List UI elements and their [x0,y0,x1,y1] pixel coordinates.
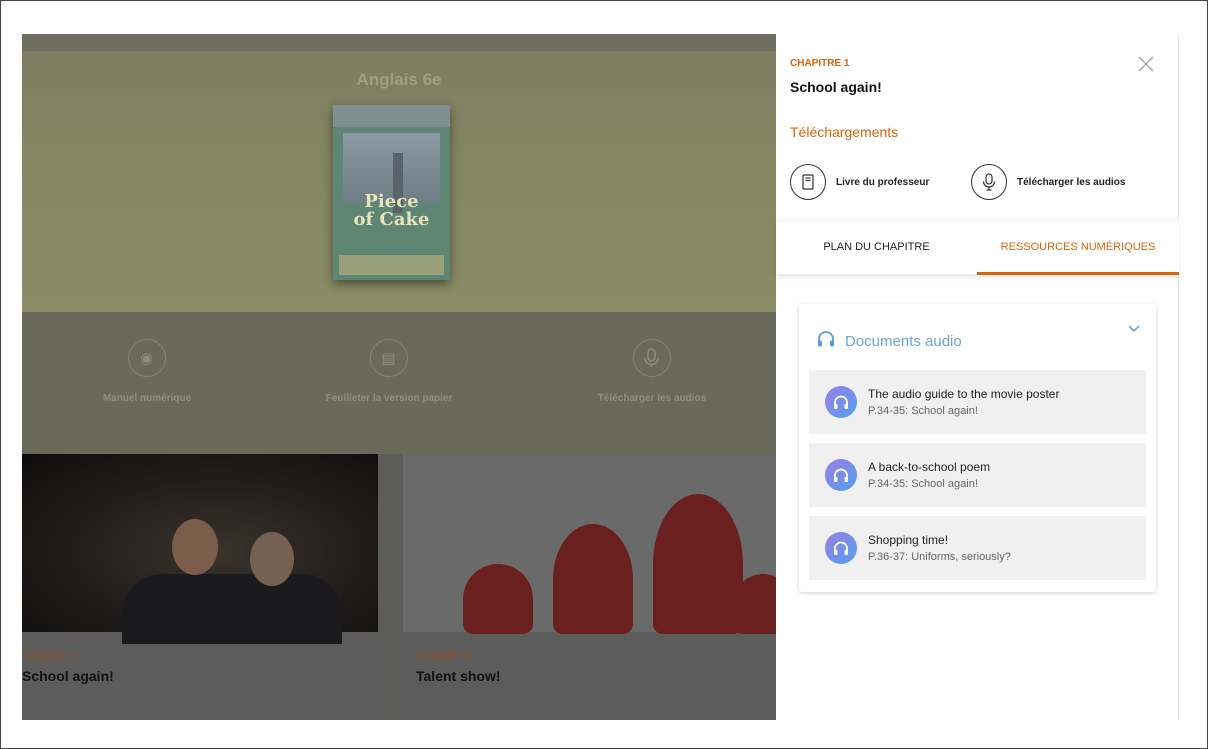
close-icon[interactable] [1134,52,1158,76]
drawer-chapter-label: CHAPITRE 1 [790,58,850,69]
download-label: Télécharger les audios [1017,176,1126,188]
audio-subtitle: P.34-35: School again! [868,405,978,417]
feuilleter-button[interactable]: ▤ Feuilleter la version papier [264,312,514,454]
chapter-number: Chapitre 2 [416,648,472,662]
documents-audio-panel: Documents audio The audio guide to the m… [799,304,1156,592]
chapter-name: School again! [22,668,114,684]
headphones-icon [825,532,857,564]
audio-title: The audio guide to the movie poster [868,387,1060,401]
chapter-1-photo [22,454,378,644]
chapter-number: Chapitre 1 [22,648,78,662]
download-label: Livre du professeur [836,176,930,188]
tab-plan-du-chapitre[interactable]: PLAN DU CHAPITRE [776,221,977,275]
chevron-down-icon[interactable] [1126,320,1142,336]
telecharger-audios-home-button[interactable]: Télécharger les audios [527,312,776,454]
downloads-heading: Téléchargements [790,124,899,140]
hero-banner: Anglais 6e Piece of Cake [22,34,776,312]
dimmed-home-page[interactable]: Anglais 6e Piece of Cake ◉ Manuel numéri… [22,34,776,720]
app-window: Anglais 6e Piece of Cake ◉ Manuel numéri… [0,0,1208,749]
telecharger-audios-button[interactable]: Télécharger les audios [971,163,1125,201]
chapter-drawer: CHAPITRE 1 School again! Téléchargements… [776,34,1179,720]
livre-du-professeur-button[interactable]: Livre du professeur [790,163,929,201]
pdf-icon: ▤ [370,339,408,377]
audio-subtitle: P.36-37: Uniforms, seriously? [868,551,1011,563]
audio-subtitle: P.34-35: School again! [868,478,978,490]
tab-ressources-numeriques[interactable]: RESSOURCES NUMÉRIQUES [977,221,1179,275]
headphones-icon [825,459,857,491]
audio-document-item[interactable]: The audio guide to the movie poster P.34… [809,370,1146,434]
home-actions: ◉ Manuel numérique ▤ Feuilleter la versi… [22,312,776,454]
audio-title: A back-to-school poem [868,460,991,474]
book-cover[interactable]: Piece of Cake [333,105,450,280]
chapter-name: Talent show! [416,668,501,684]
headphones-icon [825,386,857,418]
documents-audio-header[interactable]: Documents audio [817,331,962,352]
microphone-icon [633,339,671,377]
book-cover-footer [339,255,444,275]
book-cover-logo: Piece of Cake [353,191,430,230]
book-icon [790,164,826,200]
audio-document-item[interactable]: Shopping time! P.36-37: Uniforms, seriou… [809,516,1146,580]
headphones-icon [817,331,835,352]
audio-document-item[interactable]: A back-to-school poem P.34-35: School ag… [809,443,1146,507]
manuel-numerique-button[interactable]: ◉ Manuel numérique [22,312,272,454]
audio-title: Shopping time! [868,533,949,547]
hero-top-bar [22,34,776,51]
section-title: Documents audio [845,333,962,350]
chapter-card[interactable]: Chapitre 2 Talent show! [403,454,776,720]
eye-icon: ◉ [128,339,166,377]
microphone-icon [971,164,1007,200]
page-title: Anglais 6e [356,70,442,89]
drawer-tabs: PLAN DU CHAPITRE RESSOURCES NUMÉRIQUES [776,220,1179,275]
book-cover-header [333,105,450,127]
chapter-card[interactable]: Chapitre 1 School again! [22,454,378,720]
drawer-title: School again! [790,79,882,95]
chapter-2-photo [403,454,776,634]
